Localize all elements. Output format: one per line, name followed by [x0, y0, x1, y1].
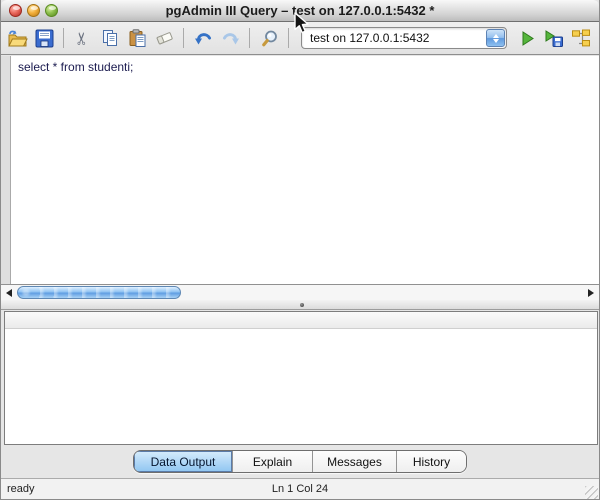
connection-input[interactable]: [302, 31, 486, 45]
redo-icon: [221, 29, 240, 47]
save-button[interactable]: [32, 25, 56, 51]
toolbar: ✂: [1, 22, 599, 55]
combobox-stepper[interactable]: [486, 29, 505, 47]
tab-messages[interactable]: Messages: [312, 451, 396, 472]
redo-button[interactable]: [218, 25, 242, 51]
close-button[interactable]: [9, 4, 22, 17]
cut-icon: ✂: [75, 31, 92, 45]
resize-grip[interactable]: [585, 486, 598, 499]
horizontal-scrollbar[interactable]: [1, 284, 599, 300]
grid-header-row: [5, 312, 597, 329]
undo-icon: [194, 29, 213, 47]
splitter-sash[interactable]: [1, 300, 599, 310]
tab-label: Explain: [253, 455, 292, 469]
execute-icon: [518, 29, 536, 48]
zoom-button[interactable]: [45, 4, 58, 17]
output-tabbar: Data Output Explain Messages History: [133, 450, 467, 473]
execute-to-file-icon: [544, 29, 564, 48]
minimize-button[interactable]: [27, 4, 40, 17]
toolbar-separator: [63, 28, 64, 48]
scroll-left-button[interactable]: [1, 285, 17, 301]
cursor-position-text: Ln 1 Col 24: [1, 483, 599, 495]
stepper-down-icon: [493, 39, 499, 43]
find-icon: [260, 29, 279, 48]
clear-button[interactable]: [152, 25, 176, 51]
copy-button[interactable]: [98, 25, 122, 51]
scroll-right-button[interactable]: [583, 285, 599, 301]
window-title: pgAdmin III Query – test on 127.0.0.1:54…: [166, 3, 435, 18]
open-file-button[interactable]: [5, 25, 29, 51]
scroll-left-icon: [6, 289, 12, 297]
save-icon: [35, 29, 54, 48]
statusbar: ready Ln 1 Col 24: [1, 478, 599, 500]
find-button[interactable]: [257, 25, 281, 51]
explain-button[interactable]: [569, 25, 593, 51]
clear-icon: [155, 29, 174, 47]
execute-to-file-button[interactable]: [542, 25, 566, 51]
titlebar[interactable]: pgAdmin III Query – test on 127.0.0.1:54…: [1, 0, 599, 22]
toolbar-separator: [249, 28, 250, 48]
undo-button[interactable]: [191, 25, 215, 51]
scroll-right-icon: [588, 289, 594, 297]
pgadmin-query-window: pgAdmin III Query – test on 127.0.0.1:54…: [0, 0, 600, 500]
editor-gutter: [1, 56, 11, 284]
sql-editor[interactable]: select * from studenti;: [1, 56, 599, 284]
paste-icon: [128, 29, 147, 48]
scrollbar-thumb[interactable]: [17, 286, 181, 299]
query-text: select * from studenti;: [18, 60, 133, 74]
tab-label: History: [413, 455, 450, 469]
paste-button[interactable]: [125, 25, 149, 51]
open-file-icon: [7, 29, 28, 48]
tab-label: Messages: [327, 455, 382, 469]
grid-body[interactable]: [5, 330, 597, 444]
tab-history[interactable]: History: [396, 451, 466, 472]
execute-button[interactable]: [515, 25, 539, 51]
tab-data-output[interactable]: Data Output: [134, 451, 232, 472]
connection-combobox[interactable]: [301, 27, 507, 49]
explain-icon: [571, 29, 591, 47]
toolbar-separator: [288, 28, 289, 48]
data-output-panel: [4, 311, 598, 445]
splitter-grip-icon: [300, 303, 304, 307]
cancel-button[interactable]: [596, 25, 600, 51]
traffic-lights: [9, 4, 58, 17]
output-tab-zone: Data Output Explain Messages History: [1, 445, 599, 478]
tab-explain[interactable]: Explain: [232, 451, 312, 472]
toolbar-separator: [183, 28, 184, 48]
tab-label: Data Output: [151, 455, 216, 469]
copy-icon: [101, 29, 120, 47]
stepper-up-icon: [493, 34, 499, 38]
cut-button[interactable]: ✂: [71, 25, 95, 51]
